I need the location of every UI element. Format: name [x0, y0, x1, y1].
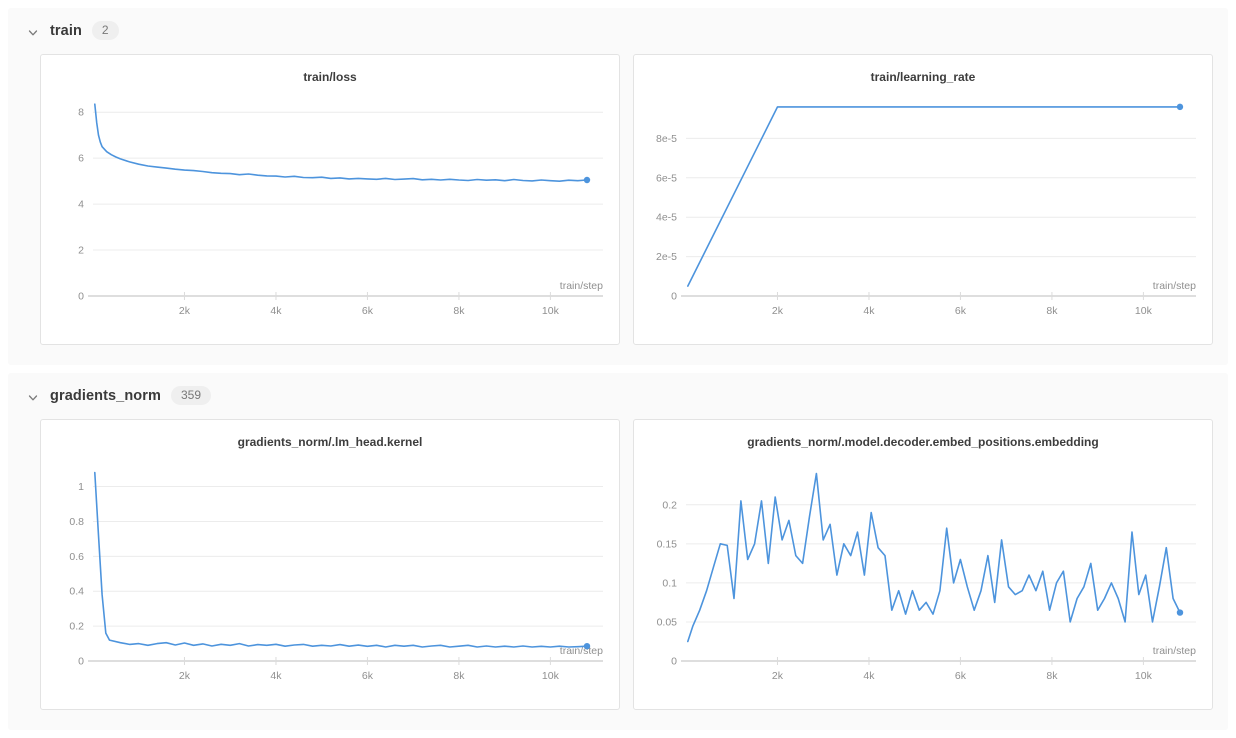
series-line — [95, 104, 587, 181]
x-tick-label: 2k — [772, 305, 784, 317]
x-tick-label: 8k — [1046, 670, 1058, 682]
chart-title: train/learning_rate — [642, 70, 1204, 84]
x-tick-label: 2k — [179, 305, 191, 317]
series-line — [688, 107, 1180, 286]
chart-panel-train-loss[interactable]: train/loss 0 2 4 6 8 2k 4k 6k 8k 10k train/step — [40, 54, 620, 345]
x-tick-label: 6k — [362, 670, 374, 682]
y-tick-label: 0 — [78, 656, 84, 668]
y-tick-label: 0.1 — [662, 577, 677, 589]
chart-panel-gradients-norm-embed-positions-embedding[interactable]: gradients_norm/.model.decoder.embed_posi… — [633, 419, 1213, 710]
series-end-dot — [1177, 104, 1183, 110]
chart-title: gradients_norm/.model.decoder.embed_posi… — [642, 435, 1204, 449]
y-tick-label: 1 — [78, 481, 84, 493]
x-tick-label: 4k — [863, 305, 875, 317]
chevron-down-icon[interactable] — [26, 24, 40, 38]
line-chart-svg: 0 0.05 0.1 0.15 0.2 2k 4k 6k 8k 10k train/step — [634, 453, 1210, 699]
x-tick-label: 4k — [863, 670, 875, 682]
x-tick-label: 6k — [955, 305, 967, 317]
y-tick-label: 6 — [78, 153, 84, 165]
y-tick-label: 0 — [78, 291, 84, 303]
y-tick-label: 2 — [78, 245, 84, 257]
line-chart-svg: 0 2e-5 4e-5 6e-5 8e-5 2k 4k 6k 8k 10k train/step — [634, 88, 1210, 334]
x-tick-label: 10k — [1135, 670, 1153, 682]
y-tick-label: 0.2 — [662, 499, 677, 511]
y-tick-label: 0 — [671, 656, 677, 668]
section-gradients-norm: gradients_norm 359 gradients_norm/.lm_he… — [8, 373, 1228, 730]
y-tick-label: 0.2 — [69, 621, 84, 633]
series-end-dot — [584, 643, 590, 649]
y-tick-label: 0.15 — [657, 538, 678, 550]
x-tick-label: 6k — [362, 305, 374, 317]
x-tick-label: 2k — [772, 670, 784, 682]
x-tick-label: 4k — [270, 670, 282, 682]
y-tick-label: 0.4 — [69, 586, 84, 598]
metrics-dashboard: train 2 train/loss024682k4k6k8k10ktrain/… — [0, 0, 1236, 738]
x-tick-label: 4k — [270, 305, 282, 317]
x-tick-label: 8k — [453, 670, 465, 682]
y-tick-label: 4e-5 — [656, 212, 677, 224]
x-axis-label: train/step — [1153, 280, 1196, 292]
panel-count-badge: 2 — [92, 21, 119, 40]
series-line — [688, 474, 1180, 642]
section-header-train[interactable]: train 2 — [8, 8, 1228, 52]
chevron-down-icon[interactable] — [26, 389, 40, 403]
y-tick-label: 0.05 — [657, 616, 678, 628]
x-tick-label: 2k — [179, 670, 191, 682]
series-end-dot — [1177, 609, 1183, 615]
line-chart-svg: 0 2 4 6 8 2k 4k 6k 8k 10k train/step — [41, 88, 617, 334]
y-tick-label: 8 — [78, 107, 84, 119]
chart-title: train/loss — [49, 70, 611, 84]
section-title: train — [50, 23, 82, 39]
y-tick-label: 4 — [78, 199, 84, 211]
chart-panel-train-learning-rate[interactable]: train/learning_rate 0 2e-5 4e-5 6e-5 8e-5 2k 4k… — [633, 54, 1213, 345]
panel-count-badge: 359 — [171, 386, 211, 405]
y-tick-label: 0.6 — [69, 551, 84, 563]
x-tick-label: 8k — [1046, 305, 1058, 317]
x-tick-label: 8k — [453, 305, 465, 317]
chart-panel-gradients-norm-lm-head-kernel[interactable]: gradients_norm/.lm_head.kernel 0 0.2 0.4 0.6… — [40, 419, 620, 710]
series-line — [95, 473, 587, 647]
x-tick-label: 10k — [542, 305, 560, 317]
section-header-gradients-norm[interactable]: gradients_norm 359 — [8, 373, 1228, 417]
section-train: train 2 train/loss024682k4k6k8k10ktrain/… — [8, 8, 1228, 365]
y-tick-label: 0 — [671, 291, 677, 303]
y-tick-label: 0.8 — [69, 516, 84, 528]
x-tick-label: 6k — [955, 670, 967, 682]
y-tick-label: 2e-5 — [656, 251, 677, 263]
chart-title: gradients_norm/.lm_head.kernel — [49, 435, 611, 449]
section-title: gradients_norm — [50, 388, 161, 404]
y-tick-label: 8e-5 — [656, 133, 677, 145]
x-axis-label: train/step — [560, 280, 603, 292]
chart-grid-train: train/loss024682k4k6k8k10ktrain/steptrai… — [8, 52, 1228, 365]
chart-grid-gradients-norm: gradients_norm/.lm_head.kernel 0 0.2 0.4 0.6… — [8, 417, 1228, 730]
x-tick-label: 10k — [1135, 305, 1153, 317]
x-axis-label: train/step — [1153, 645, 1196, 657]
y-tick-label: 6e-5 — [656, 172, 677, 184]
line-chart-svg: 00.20.40.60.812k4k6k8k10ktrain/step — [41, 453, 617, 699]
x-tick-label: 10k — [542, 670, 560, 682]
series-end-dot — [584, 177, 590, 183]
